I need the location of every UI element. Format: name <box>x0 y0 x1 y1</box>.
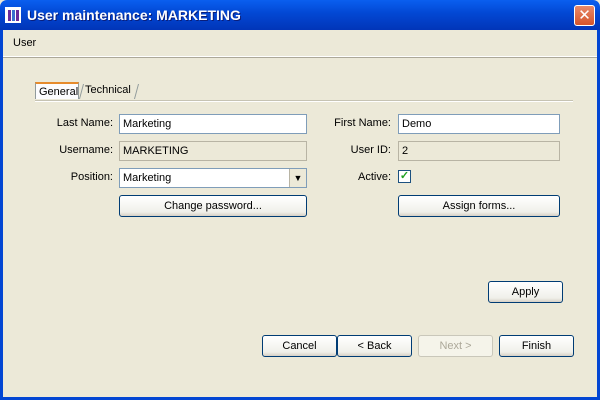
window-title: User maintenance: MARKETING <box>27 7 241 23</box>
first-name-label: First Name: <box>334 117 391 129</box>
title-bar: User maintenance: MARKETING ✕ <box>0 0 600 30</box>
next-button[interactable]: Next > <box>418 335 493 357</box>
tab-technical[interactable]: Technical <box>82 82 138 99</box>
tab-divider <box>35 100 573 102</box>
position-label: Position: <box>70 171 113 183</box>
assign-forms-button[interactable]: Assign forms... <box>398 195 560 217</box>
menu-bar: User <box>3 30 597 57</box>
close-button[interactable]: ✕ <box>574 5 595 26</box>
app-icon <box>5 7 21 23</box>
position-select[interactable]: Marketing ▼ <box>119 168 307 188</box>
change-password-button[interactable]: Change password... <box>119 195 307 217</box>
last-name-input[interactable]: Marketing <box>119 114 307 134</box>
finish-button[interactable]: Finish <box>499 335 574 357</box>
tab-general[interactable]: General <box>35 82 79 99</box>
user-id-field: 2 <box>398 141 560 161</box>
chevron-down-icon[interactable]: ▼ <box>289 169 306 187</box>
username-label: Username: <box>59 144 113 156</box>
position-value: Marketing <box>123 172 172 184</box>
back-button[interactable]: < Back <box>337 335 412 357</box>
apply-button[interactable]: Apply <box>488 281 563 303</box>
username-field: MARKETING <box>119 141 307 161</box>
last-name-label: Last Name: <box>56 117 113 129</box>
menu-user[interactable]: User <box>13 37 36 49</box>
first-name-input[interactable]: Demo <box>398 114 560 134</box>
check-icon: ✓ <box>399 170 410 182</box>
active-label: Active: <box>357 171 391 183</box>
window-frame-left <box>0 30 3 400</box>
cancel-button[interactable]: Cancel <box>262 335 337 357</box>
active-checkbox[interactable]: ✓ <box>398 170 411 183</box>
user-id-label: User ID: <box>350 144 391 156</box>
